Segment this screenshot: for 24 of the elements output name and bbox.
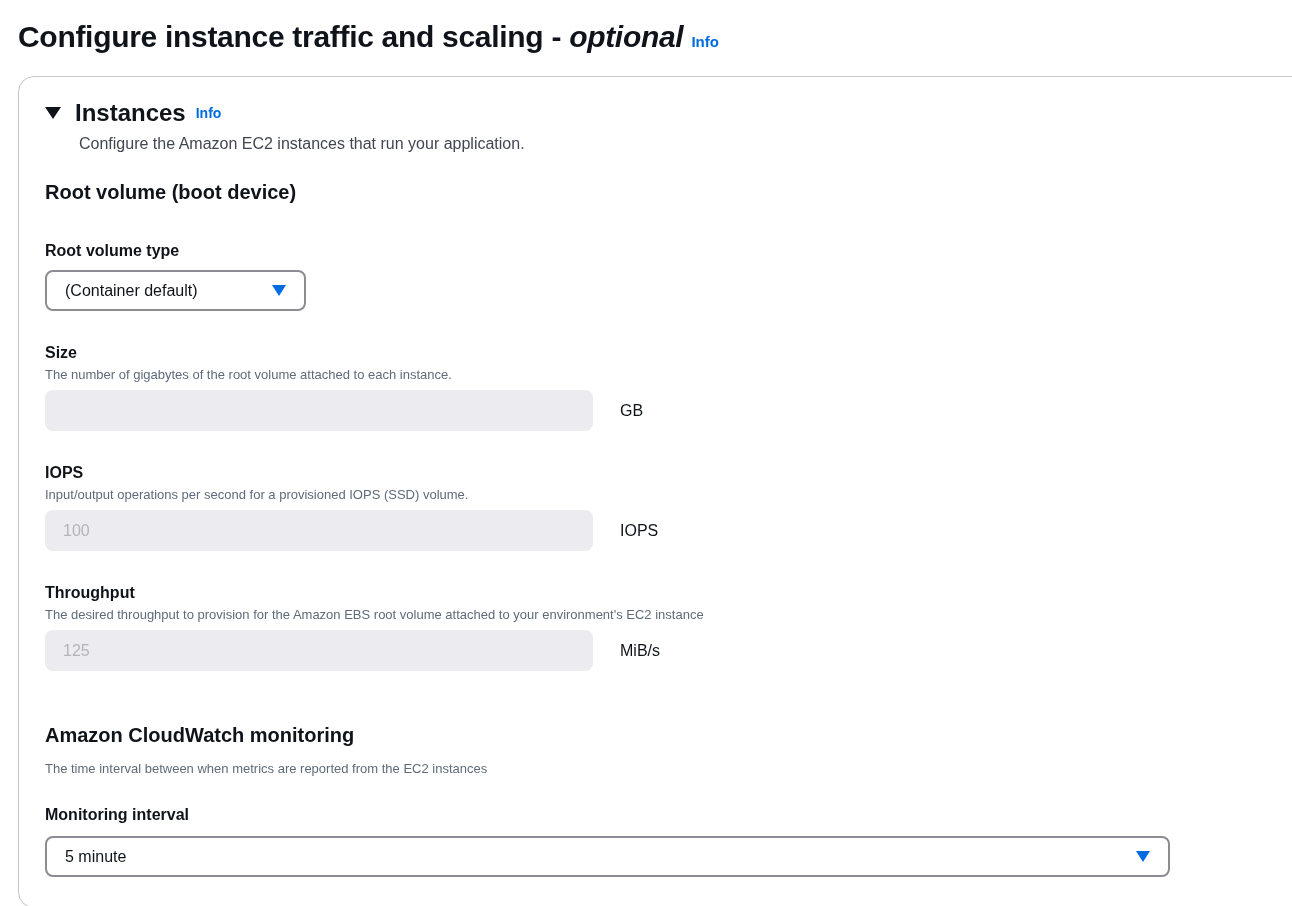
unit-label: GB (620, 401, 644, 420)
info-link[interactable]: Info (195, 105, 222, 121)
caret-icon (1136, 851, 1150, 862)
unit-label: IOPS (620, 521, 659, 540)
field-label: Root volume type (45, 242, 181, 260)
unit-label: MiB/s (620, 641, 660, 660)
field-label: Size (45, 344, 78, 362)
info-link[interactable]: Info (691, 33, 719, 50)
page-title: Configure instance traffic and scaling - optional (18, 20, 684, 54)
group-heading: Amazon CloudWatch monitoring (45, 724, 356, 747)
section-title: Instances (75, 99, 186, 127)
field-label: Monitoring interval (45, 806, 190, 824)
field-label: Throughput (45, 584, 136, 602)
select-dropdown[interactable]: (Container default) (45, 270, 306, 311)
caret-icon (272, 285, 286, 296)
group-description: The time interval between when metrics are reported from the EC2 instances (45, 761, 489, 776)
field-description: Input/output operations per second for a provisioned IOPS (SSD) volume. (45, 487, 470, 502)
field-description: The number of gigabytes of the root volume attached to each instance. (45, 367, 453, 382)
field-description: The desired throughput to provision for the Amazon EBS root volume attached to your environment's EC2 instance (45, 607, 705, 622)
field-label: IOPS (45, 464, 85, 482)
group-heading: Root volume (boot device) (45, 181, 298, 204)
caret-icon[interactable] (45, 107, 61, 119)
select-dropdown[interactable]: 5 minute (45, 836, 1170, 877)
section-description: Configure the Amazon EC2 instances that run your application. (79, 135, 526, 153)
